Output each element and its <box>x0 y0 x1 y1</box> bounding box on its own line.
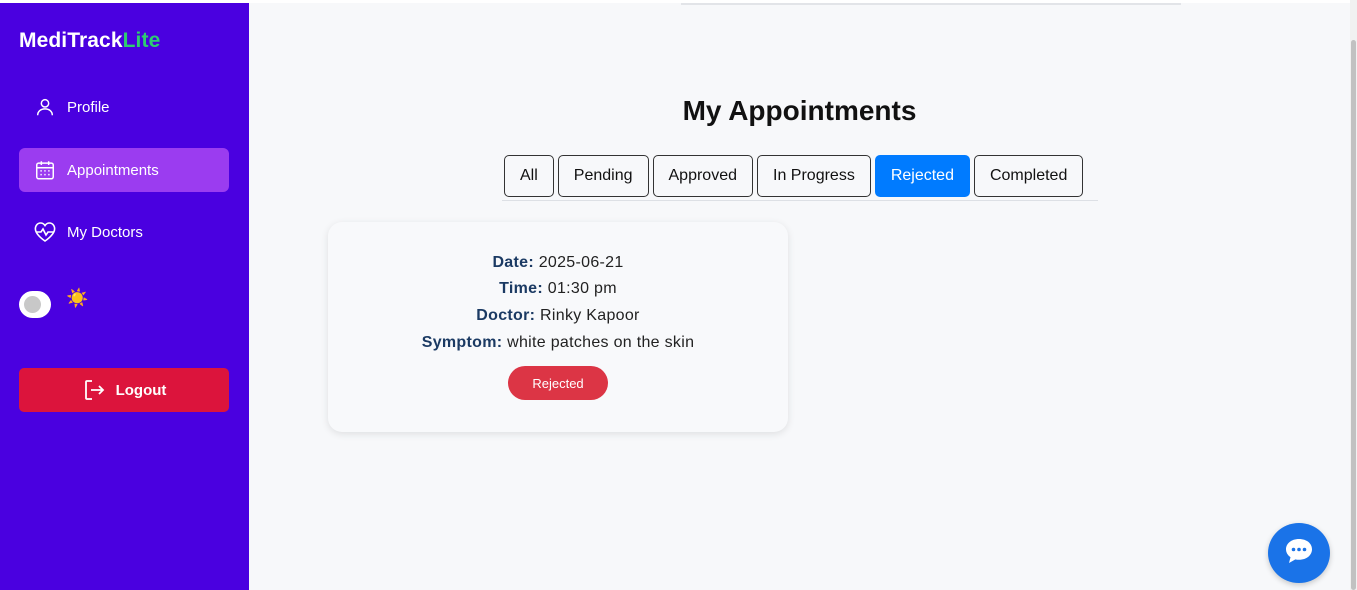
tab-in-progress[interactable]: In Progress <box>757 155 871 197</box>
symptom-value: white patches on the skin <box>507 334 695 351</box>
sidebar-item-my-doctors[interactable]: My Doctors <box>19 210 229 254</box>
page-scrollbar[interactable] <box>1350 0 1357 590</box>
appointment-card: Date: 2025-06-21 Time: 01:30 pm Doctor: … <box>328 222 788 432</box>
tab-completed[interactable]: Completed <box>973 155 1084 197</box>
sidebar-item-profile[interactable]: Profile <box>19 85 229 129</box>
logout-icon <box>82 378 106 402</box>
sidebar-item-label: Profile <box>67 98 110 116</box>
top-divider <box>681 3 1181 5</box>
date-label: Date: <box>492 254 534 271</box>
calendar-icon <box>33 158 57 182</box>
brand-accent: Lite <box>122 29 161 52</box>
sidebar-item-appointments[interactable]: Appointments <box>19 148 229 192</box>
chat-bubble-icon <box>1284 537 1314 570</box>
sidebar-item-label: Appointments <box>67 161 159 179</box>
doctor-value: Rinky Kapoor <box>540 307 640 324</box>
symptom-label: Symptom: <box>421 334 503 351</box>
sidebar-item-label: My Doctors <box>67 223 143 241</box>
chat-button[interactable] <box>1268 523 1330 583</box>
tab-all[interactable]: All <box>504 155 554 197</box>
logout-button[interactable]: Logout <box>19 368 229 412</box>
appointment-time: Time: 01:30 pm <box>328 280 788 298</box>
toggle-knob <box>24 296 41 313</box>
time-label: Time: <box>499 280 543 297</box>
time-value: 01:30 pm <box>547 280 617 297</box>
brand-name: MediTrack <box>19 29 123 52</box>
sun-icon: ☀️ <box>66 288 89 308</box>
heart-pulse-icon <box>33 220 57 244</box>
theme-toggle[interactable] <box>19 291 51 318</box>
sidebar: MediTrackLite Profile Appointments My Do… <box>0 3 249 590</box>
status-tabs: All Pending Approved In Progress Rejecte… <box>502 155 1098 201</box>
app-logo[interactable]: MediTrackLite <box>19 29 160 53</box>
appointment-symptom: Symptom: white patches on the skin <box>328 334 788 352</box>
status-badge: Rejected <box>508 366 608 400</box>
scrollbar-thumb[interactable] <box>1351 40 1356 590</box>
user-icon <box>33 95 57 119</box>
appointment-date: Date: 2025-06-21 <box>328 254 788 272</box>
tab-pending[interactable]: Pending <box>557 155 649 197</box>
tab-approved[interactable]: Approved <box>652 155 753 197</box>
appointment-doctor: Doctor: Rinky Kapoor <box>328 307 788 325</box>
logout-label: Logout <box>115 381 167 399</box>
date-value: 2025-06-21 <box>538 254 624 271</box>
doctor-label: Doctor: <box>476 307 536 324</box>
page-title: My Appointments <box>682 95 917 126</box>
tab-rejected[interactable]: Rejected <box>874 155 970 197</box>
